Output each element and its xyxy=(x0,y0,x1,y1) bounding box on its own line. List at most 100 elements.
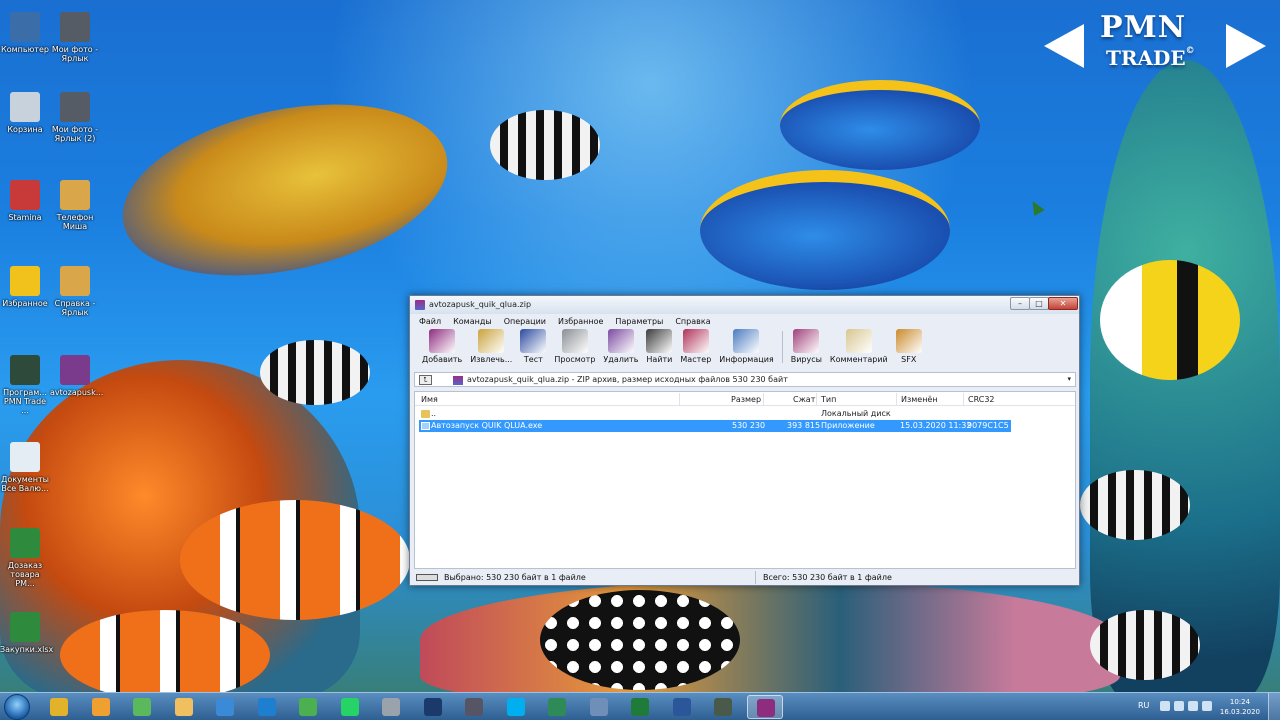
desktop-icon[interactable]: Избранное xyxy=(0,266,50,308)
taskbar-button[interactable] xyxy=(498,695,534,719)
file-row-parent[interactable]: .. Локальный диск xyxy=(419,408,1011,420)
toolbar-button[interactable]: Найти xyxy=(646,329,673,364)
clock[interactable]: 10:24 16.03.2020 xyxy=(1220,697,1260,717)
tray-flag-icon[interactable] xyxy=(1160,701,1170,711)
address-bar[interactable]: ⮤ avtozapusk_quik_qlua.zip - ZIP архив, … xyxy=(414,372,1076,387)
toolbar-button[interactable]: SFX xyxy=(895,329,922,364)
window-title: avtozapusk_quik_qlua.zip xyxy=(429,300,532,309)
desktop-icon[interactable]: Мои фото - Ярлык (2) xyxy=(50,92,100,143)
tray-app-icon[interactable] xyxy=(1202,701,1212,711)
title-bar[interactable]: avtozapusk_quik_qlua.zip – □ ✕ xyxy=(410,296,1079,314)
start-button[interactable] xyxy=(4,694,30,720)
minimize-button[interactable]: – xyxy=(1010,297,1030,310)
taskbar-button[interactable] xyxy=(746,695,783,719)
desktop-icon-label: Документы Все Валю... xyxy=(1,475,49,493)
sfx-icon xyxy=(895,329,922,353)
fish-moorish-idol xyxy=(1100,260,1240,380)
skype-icon xyxy=(506,698,525,716)
toolbar-button[interactable]: Добавить xyxy=(422,329,462,364)
taskbar-button[interactable] xyxy=(539,695,575,719)
taskbar-button[interactable] xyxy=(41,695,77,719)
taskbar-button[interactable] xyxy=(207,695,243,719)
tray-volume-icon[interactable] xyxy=(1188,701,1198,711)
whatsapp-icon xyxy=(340,698,359,716)
menu-item[interactable]: Справка xyxy=(669,316,716,328)
row-type: Приложение xyxy=(821,421,875,430)
clock-date: 16.03.2020 xyxy=(1219,708,1260,716)
maximize-button[interactable]: □ xyxy=(1029,297,1049,310)
drive-icon[interactable] xyxy=(416,574,438,581)
taskbar-button[interactable] xyxy=(456,695,492,719)
outlook-icon xyxy=(91,698,110,716)
chrome-icon xyxy=(50,698,68,716)
toolbar: Добавить Извлечь... Тест Просмотр Удалить Най… xyxy=(410,329,1079,369)
menu-item[interactable]: Параметры xyxy=(609,316,669,328)
taskbar-button[interactable] xyxy=(415,695,451,719)
taskbar-button[interactable] xyxy=(124,695,160,719)
desktop-icon[interactable]: Корзина xyxy=(0,92,50,134)
desktop-icon[interactable]: Закупки.xlsx xyxy=(0,612,53,654)
address-dropdown-button[interactable]: ▾ xyxy=(1067,375,1071,383)
desktop-icon[interactable]: Мои фото - Ярлык xyxy=(50,12,100,63)
taskbar-button[interactable] xyxy=(622,695,658,719)
desktop-icon-label: Компьютер xyxy=(1,45,49,54)
column-packed[interactable]: Сжат xyxy=(793,395,815,404)
toolbar-button[interactable]: Удалить xyxy=(603,329,638,364)
column-divider xyxy=(679,393,680,405)
desktop-icon-label: Дозаказ товара РМ... xyxy=(7,561,43,588)
up-folder-button[interactable]: ⮤ xyxy=(419,375,432,385)
desktop-icon-label: Избранное xyxy=(2,299,48,308)
desktop-icon-glyph-icon xyxy=(10,528,40,558)
desktop-icon[interactable]: avtozapusk... xyxy=(50,355,104,397)
toolbar-button[interactable]: Извлечь... xyxy=(470,329,512,364)
column-name[interactable]: Имя xyxy=(421,395,438,404)
menu-item[interactable]: Операции xyxy=(498,316,552,328)
tray-network-icon[interactable] xyxy=(1174,701,1184,711)
toolbar-button[interactable]: Просмотр xyxy=(554,329,595,364)
desktop-icon-label: Мои фото - Ярлык (2) xyxy=(51,125,99,143)
close-button[interactable]: ✕ xyxy=(1048,297,1078,310)
toolbar-button[interactable]: Вирусы xyxy=(791,329,822,364)
menu-item[interactable]: Избранное xyxy=(552,316,609,328)
column-crc[interactable]: CRC32 xyxy=(968,395,995,404)
extract-icon xyxy=(478,329,505,353)
exe-file-icon xyxy=(421,422,430,430)
taskbar-button[interactable] xyxy=(83,695,119,719)
taskbar-button[interactable] xyxy=(581,695,617,719)
desktop-icon[interactable]: Документы Все Валю... xyxy=(0,442,50,493)
file-row-selected[interactable]: Автозапуск QUIK QLUA.exe 530 230 393 815… xyxy=(419,420,1011,432)
fish-striped-1 xyxy=(490,110,600,180)
column-size[interactable]: Размер xyxy=(731,395,761,404)
menu-item[interactable]: Команды xyxy=(447,316,498,328)
taskbar-button[interactable] xyxy=(332,695,368,719)
taskbar-button[interactable] xyxy=(166,695,202,719)
system-tray: RU 10:24 16.03.2020 xyxy=(1130,693,1280,720)
column-modified[interactable]: Изменён xyxy=(901,395,938,404)
toolbar-button-label: Вирусы xyxy=(790,355,822,364)
language-indicator[interactable]: RU xyxy=(1138,701,1149,710)
desktop-icon-label: Програм... PMN Trade ... xyxy=(3,388,47,415)
taskbar-button[interactable] xyxy=(290,695,326,719)
desktop-icon[interactable]: Телефон Миша xyxy=(50,180,100,231)
desktop-icon[interactable]: Програм... PMN Trade ... xyxy=(0,355,50,415)
toolbar-button[interactable]: Информация xyxy=(719,329,774,364)
toolbar-button[interactable]: Тест xyxy=(520,329,547,364)
ie-icon xyxy=(257,698,276,716)
desktop-icon[interactable]: Справка - Ярлык xyxy=(50,266,100,317)
desktop-icon-glyph-icon xyxy=(60,92,90,122)
desktop-icon-label: Справка - Ярлык xyxy=(54,299,96,317)
desktop-icon[interactable]: Дозаказ товара РМ... xyxy=(0,528,50,588)
toolbar-button[interactable]: Мастер xyxy=(680,329,711,364)
column-type[interactable]: Тип xyxy=(821,395,836,404)
show-desktop-button[interactable] xyxy=(1268,693,1280,720)
taskbar-button[interactable] xyxy=(664,695,700,719)
desktop-icon-label: avtozapusk... xyxy=(50,388,104,397)
taskbar-button[interactable] xyxy=(373,695,409,719)
toolbar-button[interactable]: Комментарий xyxy=(830,329,888,364)
menu-item[interactable]: Файл xyxy=(413,316,447,328)
taskbar-button[interactable] xyxy=(249,695,285,719)
desktop-icon[interactable]: Компьютер xyxy=(0,12,50,54)
desktop-icon-label: Мои фото - Ярлык xyxy=(51,45,99,63)
taskbar-button[interactable] xyxy=(705,695,741,719)
desktop-icon[interactable]: Stamina xyxy=(0,180,50,222)
